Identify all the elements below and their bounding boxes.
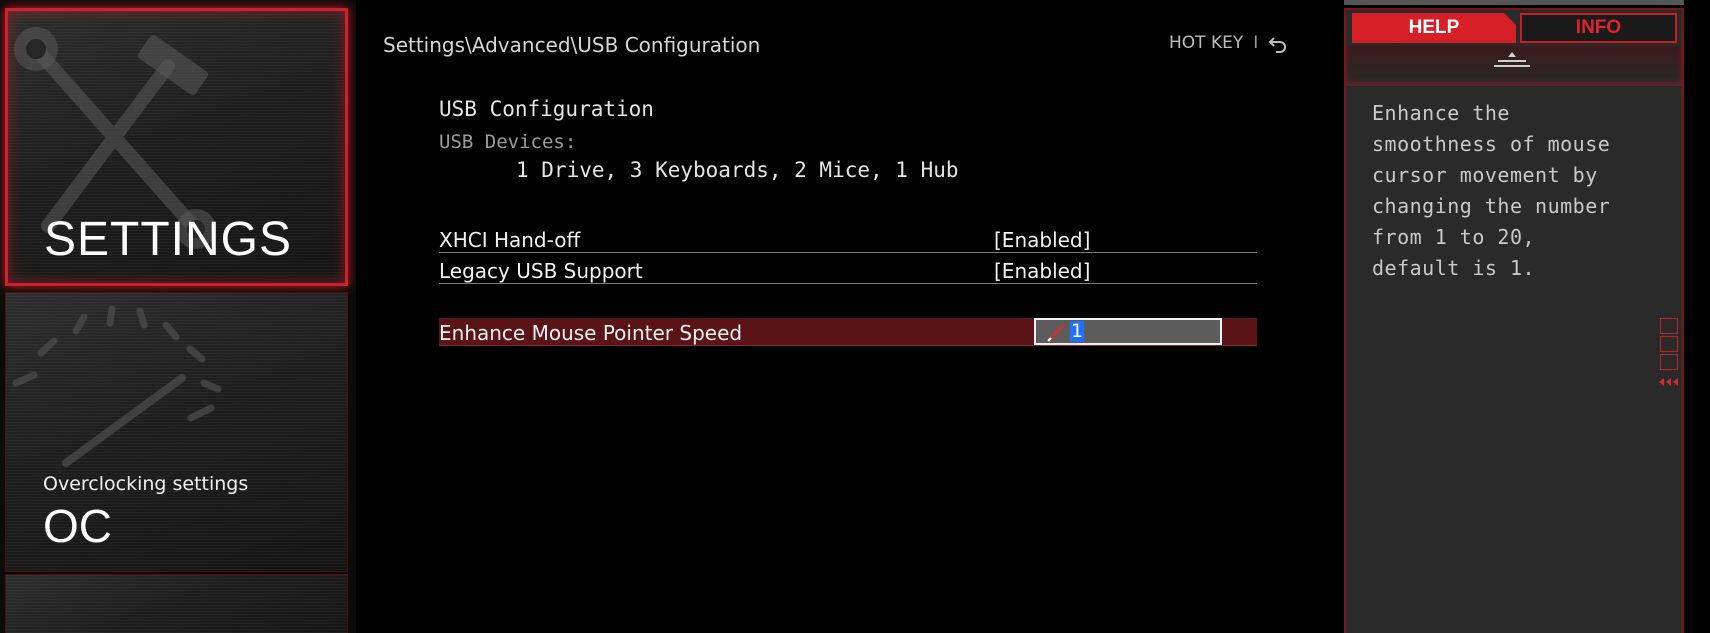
help-text: Enhance the smoothness of mouse cursor m… (1372, 98, 1662, 284)
help-line: Enhance the (1372, 101, 1510, 125)
help-line: from 1 to 20, (1372, 225, 1536, 249)
tab-help[interactable]: HELP (1352, 13, 1516, 43)
option-label: Legacy USB Support (439, 259, 643, 283)
panel-toggle-1[interactable] (1660, 318, 1678, 334)
pencil-icon (1047, 323, 1065, 342)
right-edge (1684, 0, 1710, 633)
help-panel: HELP INFO Enhance the smoothness of mous… (1344, 8, 1684, 633)
mouse-speed-value[interactable]: 1 (1070, 321, 1085, 342)
oc-tile-title: OC (43, 500, 112, 552)
option-enhance-mouse-pointer-speed[interactable]: Enhance Mouse Pointer Speed 1 (439, 318, 1257, 346)
main-panel: Settings\Advanced\USB Configuration HOT … (356, 0, 1344, 633)
help-line: changing the number (1372, 194, 1611, 218)
hotkey-separator: I (1253, 33, 1259, 53)
option-legacy-usb-support[interactable]: Legacy USB Support [Enabled] (439, 256, 1257, 284)
help-info-tabs: HELP INFO (1352, 13, 1677, 43)
option-label: Enhance Mouse Pointer Speed (439, 321, 743, 345)
collapse-icon[interactable] (1492, 50, 1532, 72)
section-title: USB Configuration (439, 97, 654, 121)
mouse-speed-input[interactable]: 1 (1034, 318, 1222, 345)
back-arrow-icon[interactable] (1268, 33, 1288, 53)
sidebar: SETTINGS Overclocking settings OC (0, 0, 356, 633)
breadcrumb: Settings\Advanced\USB Configuration (383, 33, 761, 57)
usb-devices-value: 1 Drive, 3 Keyboards, 2 Mice, 1 Hub (516, 158, 959, 182)
hotkey-bar: HOT KEY I (1169, 33, 1288, 53)
oc-tile[interactable]: Overclocking settings OC (5, 292, 348, 572)
panel-toggle-3[interactable] (1660, 354, 1678, 370)
usb-devices-label: USB Devices: (439, 131, 577, 153)
settings-tile-title: SETTINGS (44, 213, 293, 266)
option-xhci-hand-off[interactable]: XHCI Hand-off [Enabled] (439, 225, 1257, 253)
option-label: XHCI Hand-off (439, 228, 581, 252)
help-line: cursor movement by (1372, 163, 1598, 187)
hotkey-label[interactable]: HOT KEY (1169, 33, 1243, 53)
tab-info[interactable]: INFO (1520, 13, 1677, 43)
side-controls (1658, 318, 1682, 398)
help-line: default is 1. (1372, 256, 1536, 280)
settings-tile[interactable]: SETTINGS (5, 8, 348, 286)
option-value[interactable]: [Enabled] (994, 228, 1090, 252)
option-value[interactable]: [Enabled] (994, 259, 1090, 283)
expand-left-icon[interactable] (1658, 376, 1680, 388)
help-line: smoothness of mouse (1372, 132, 1611, 156)
oc-tile-subtitle: Overclocking settings (43, 473, 249, 495)
panel-toggle-2[interactable] (1660, 336, 1678, 352)
next-tile[interactable] (5, 574, 348, 633)
